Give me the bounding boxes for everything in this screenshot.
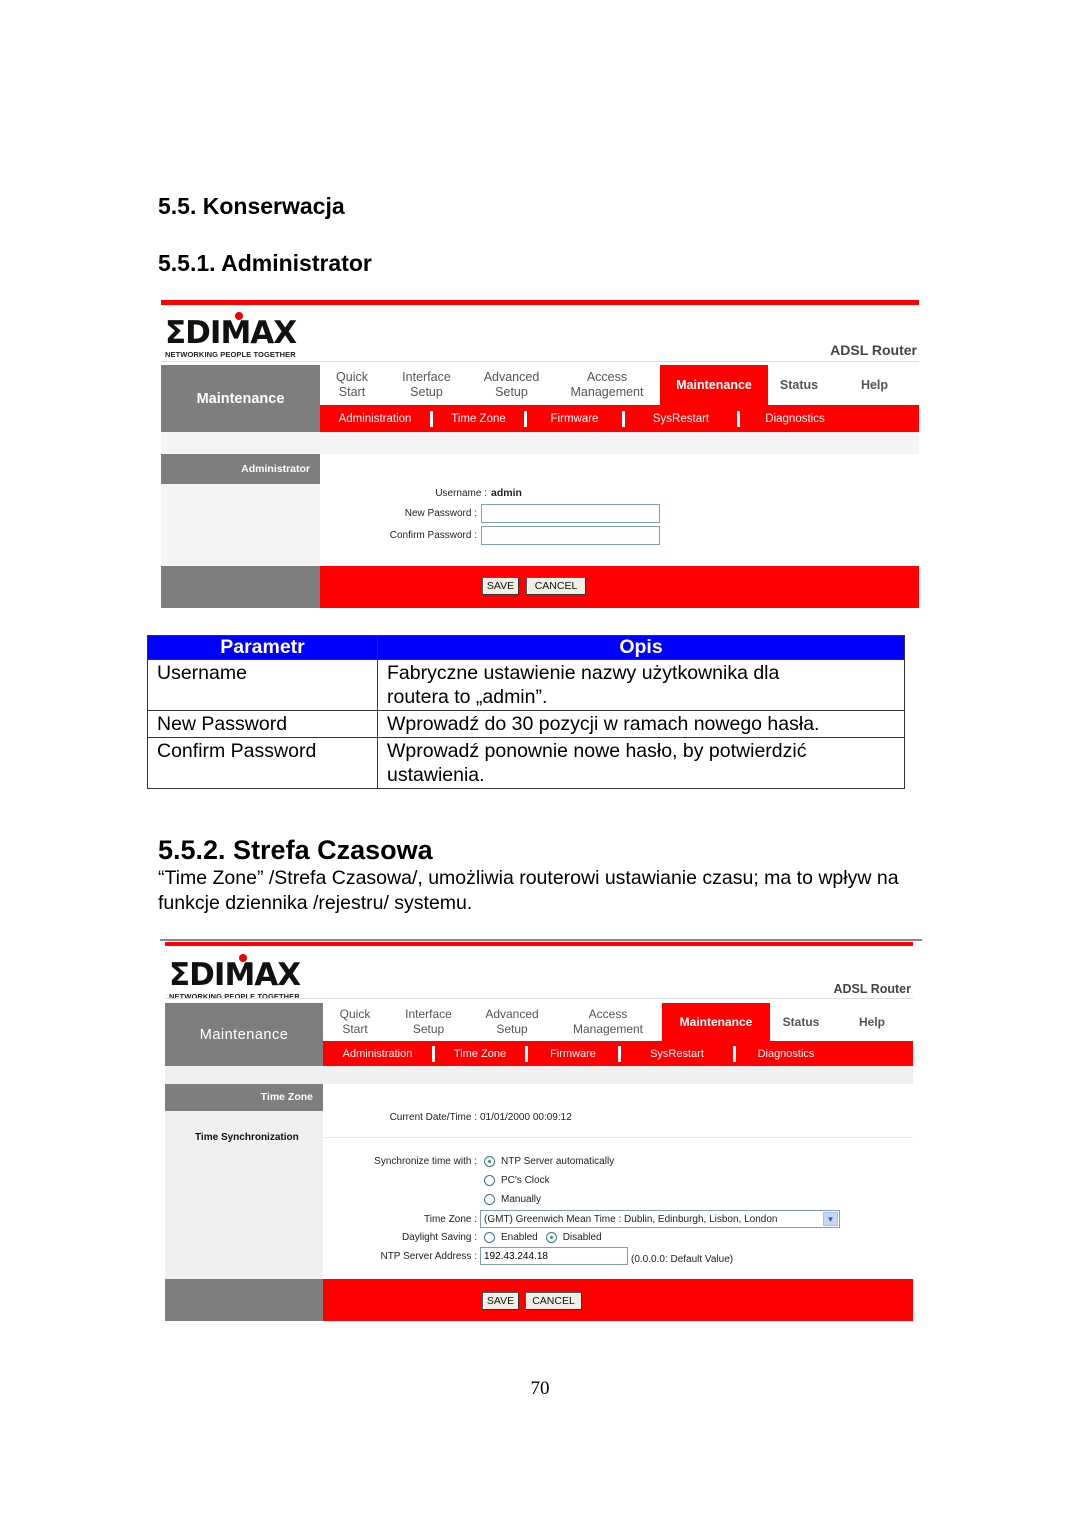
save-button[interactable]: SAVE (482, 577, 519, 595)
product-name: ADSL Router (830, 342, 917, 358)
nav-access-management[interactable]: Access Management (554, 1003, 662, 1041)
table-row: New Password Wprowadź do 30 pozycji w ra… (147, 710, 905, 738)
nav-interface-setup[interactable]: Interface Setup (384, 365, 469, 405)
subnav-time-zone[interactable]: Time Zone (433, 410, 527, 427)
edimax-logo: ΣDIMAX NETWORKING PEOPLE TOGETHER (165, 312, 333, 359)
main-nav: Maintenance Quick Start Interface Setup Ad… (165, 1003, 913, 1066)
sync-option-manually[interactable]: Manually (484, 1194, 541, 1205)
param-cell: Confirm Password (147, 737, 378, 789)
daylight-saving-label: Daylight Saving : (401, 1232, 477, 1243)
side-header-administrator: Administrator (161, 454, 320, 484)
confirm-password-label: Confirm Password : (389, 530, 477, 541)
current-datetime-value: 01/01/2000 00:09:12 (480, 1112, 572, 1123)
ntp-server-input[interactable] (480, 1247, 628, 1265)
username-label: Username : (435, 487, 487, 499)
save-button[interactable]: SAVE (482, 1292, 519, 1310)
cancel-button[interactable]: CANCEL (526, 577, 586, 595)
page-number: 70 (530, 1378, 550, 1399)
table-row: Username Fabryczne ustawienie nazwy użyt… (147, 659, 905, 711)
subnav-administration[interactable]: Administration (323, 1045, 435, 1062)
parameter-table: Parametr Opis Username Fabryczne ustawie… (147, 635, 905, 789)
nav-access-management[interactable]: Access Management (554, 365, 660, 405)
nav-maintenance[interactable]: Maintenance (660, 365, 768, 405)
nav-status[interactable]: Status (770, 1003, 832, 1041)
param-cell: Username (147, 659, 378, 711)
confirm-password-input[interactable] (481, 526, 660, 545)
subnav-firmware[interactable]: Firmware (528, 1045, 621, 1062)
nav-quick-start[interactable]: Quick Start (320, 365, 384, 405)
side-section-time-sync: Time Synchronization (195, 1132, 299, 1143)
daylight-enabled-option[interactable]: Enabled (484, 1232, 538, 1243)
daylight-disabled-option[interactable]: Disabled (545, 1232, 602, 1243)
nav-advanced-setup[interactable]: Advanced Setup (469, 365, 554, 405)
side-header-time-zone: Time Zone (165, 1084, 323, 1111)
top-accent-bar (161, 300, 919, 305)
subnav-sysrestart[interactable]: SysRestart (621, 1045, 736, 1062)
sync-option-pc-clock[interactable]: PC's Clock (484, 1175, 550, 1186)
product-name: ADSL Router (833, 982, 911, 996)
subnav-diagnostics[interactable]: Diagnostics (736, 1046, 836, 1062)
radio-selected-icon[interactable] (484, 1156, 495, 1167)
desc-cell: Fabryczne ustawienie nazwy użytkownika d… (377, 659, 905, 711)
table-header-desc: Opis (377, 635, 905, 660)
ntp-server-label: NTP Server Address : (380, 1250, 477, 1262)
nav-side-title: Maintenance (165, 1003, 323, 1066)
radio-icon[interactable] (484, 1194, 495, 1205)
divider (161, 361, 919, 362)
main-nav: Maintenance Quick Start Interface Setup Ad… (161, 365, 919, 432)
nav-help[interactable]: Help (830, 365, 919, 405)
ntp-default-hint: (0.0.0.0: Default Value) (631, 1253, 734, 1265)
subnav-diagnostics[interactable]: Diagnostics (740, 411, 850, 427)
subnav-time-zone[interactable]: Time Zone (435, 1045, 528, 1062)
nav-maintenance[interactable]: Maintenance (662, 1003, 770, 1041)
radio-selected-icon[interactable] (545, 1232, 557, 1243)
subnav-firmware[interactable]: Firmware (527, 410, 625, 427)
subnav-sysrestart[interactable]: SysRestart (625, 410, 740, 427)
sync-option-ntp[interactable]: NTP Server automatically (484, 1156, 614, 1167)
nav-help[interactable]: Help (832, 1003, 912, 1041)
desc-cell: Wprowadź do 30 pozycji w ramach nowego h… (377, 710, 905, 738)
chevron-down-icon[interactable]: ▼ (823, 1212, 838, 1226)
radio-icon[interactable] (484, 1232, 495, 1243)
divider (165, 998, 913, 999)
timezone-description: “Time Zone” /Strefa Czasowa/, umożliwia … (158, 867, 899, 914)
cancel-button[interactable]: CANCEL (525, 1292, 582, 1310)
new-password-label: New Password : (404, 508, 477, 519)
timezone-screenshot: ΣDIMAX NETWORKING PEOPLE TOGETHER ADSL R… (165, 942, 913, 1322)
table-row: Confirm Password Wprowadź ponownie nowe … (147, 737, 905, 789)
username-value: admin (491, 487, 522, 499)
nav-interface-setup[interactable]: Interface Setup (387, 1003, 470, 1041)
top-accent-bar (165, 942, 913, 946)
section-heading: 5.5. Konserwacja (158, 193, 345, 219)
new-password-input[interactable] (481, 504, 660, 523)
nav-advanced-setup[interactable]: Advanced Setup (470, 1003, 554, 1041)
desc-cell: Wprowadź ponownie nowe hasło, by potwier… (377, 737, 905, 789)
sync-label: Synchronize time with : (374, 1156, 477, 1167)
radio-icon[interactable] (484, 1175, 495, 1186)
admin-screenshot: ΣDIMAX NETWORKING PEOPLE TOGETHER ADSL R… (161, 300, 919, 608)
param-cell: New Password (147, 710, 378, 738)
nav-status[interactable]: Status (768, 365, 830, 405)
screenshot-frame-line (160, 939, 922, 941)
nav-side-title: Maintenance (161, 365, 320, 432)
edimax-logo: ΣDIMAX NETWORKING PEOPLE TOGETHER (169, 954, 337, 1001)
timezone-label: Time Zone : (424, 1213, 477, 1225)
subnav-administration[interactable]: Administration (320, 410, 433, 427)
nav-quick-start[interactable]: Quick Start (323, 1003, 387, 1041)
timezone-select[interactable]: (GMT) Greenwich Mean Time : Dublin, Edin… (480, 1210, 840, 1228)
logo-dot-icon (235, 312, 243, 320)
logo-dot-icon (239, 954, 247, 962)
current-datetime-label: Current Date/Time : (389, 1112, 477, 1123)
subsection-heading-admin: 5.5.1. Administrator (158, 250, 372, 276)
table-header-param: Parametr (147, 635, 378, 660)
subsection-heading-timezone: 5.5.2. Strefa Czasowa (158, 835, 433, 865)
